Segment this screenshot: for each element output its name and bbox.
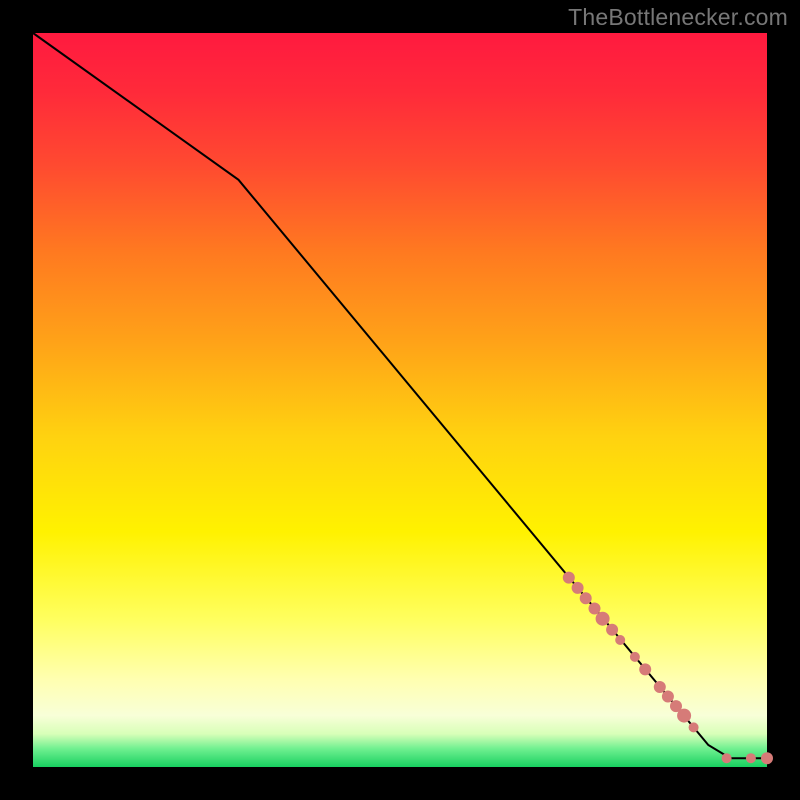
data-point xyxy=(580,592,592,604)
data-point xyxy=(722,753,732,763)
data-markers xyxy=(563,572,773,765)
plot-area xyxy=(33,33,767,767)
data-point xyxy=(746,753,756,763)
data-point xyxy=(689,722,699,732)
data-point xyxy=(606,624,618,636)
data-point xyxy=(596,612,610,626)
curve-line xyxy=(33,33,767,758)
data-point xyxy=(630,652,640,662)
chart-overlay xyxy=(33,33,767,767)
data-point xyxy=(654,681,666,693)
data-point xyxy=(761,752,773,764)
data-point xyxy=(639,663,651,675)
data-point xyxy=(572,582,584,594)
data-point xyxy=(615,635,625,645)
data-point xyxy=(662,691,674,703)
data-point xyxy=(563,572,575,584)
data-point xyxy=(589,603,601,615)
attribution-text: TheBottlenecker.com xyxy=(568,4,788,31)
data-point xyxy=(677,709,691,723)
